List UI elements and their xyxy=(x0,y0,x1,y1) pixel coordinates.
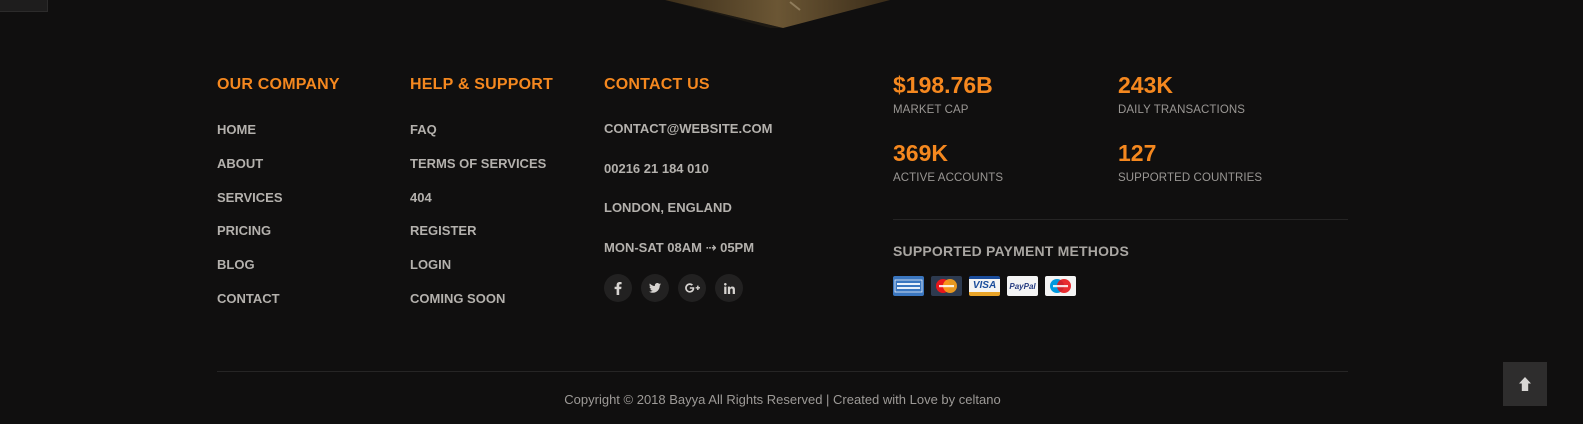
footer-link-login[interactable]: LOGIN xyxy=(410,257,546,291)
footer-link-blog[interactable]: BLOG xyxy=(217,257,283,291)
visa-icon: VISA xyxy=(969,276,1000,296)
american-express-icon xyxy=(893,276,924,296)
stats-divider xyxy=(893,219,1348,220)
footer-link-register[interactable]: REGISTER xyxy=(410,223,546,257)
visa-text: VISA xyxy=(972,279,997,291)
company-column-title: OUR COMPANY xyxy=(217,76,340,93)
footer-link-home[interactable]: HOME xyxy=(217,122,283,156)
footer-link-contact[interactable]: CONTACT xyxy=(217,291,283,325)
company-links: HOME ABOUT SERVICES PRICING BLOG CONTACT xyxy=(217,122,283,325)
twitter-icon[interactable] xyxy=(641,274,669,302)
stat-daily-transactions-value: 243K xyxy=(1118,72,1173,98)
stat-daily-transactions-label: DAILY TRANSACTIONS xyxy=(1118,104,1246,116)
stat-market-cap-value: $198.76B xyxy=(893,72,993,98)
support-links: FAQ TERMS OF SERVICES 404 REGISTER LOGIN… xyxy=(410,122,546,325)
footer-link-pricing[interactable]: PRICING xyxy=(217,223,283,257)
contact-email[interactable]: CONTACT@WEBSITE.COM xyxy=(604,121,772,161)
footer-section: OUR COMPANY HOME ABOUT SERVICES PRICING … xyxy=(0,0,1583,424)
contact-column-title: CONTACT US xyxy=(604,76,710,93)
footer-link-terms[interactable]: TERMS OF SERVICES xyxy=(410,156,546,190)
copyright-text: Copyright © 2018 Bayya All Rights Reserv… xyxy=(564,392,1001,407)
stat-supported-countries-value: 127 xyxy=(1118,140,1157,166)
footer-link-coming-soon[interactable]: COMING SOON xyxy=(410,291,546,325)
paypal-text: PayPal xyxy=(1009,281,1036,291)
arrow-up-icon xyxy=(1519,377,1531,391)
stat-active-accounts-value: 369K xyxy=(893,140,948,166)
facebook-icon[interactable] xyxy=(604,274,632,302)
contact-phone: 00216 21 184 010 xyxy=(604,160,709,176)
footer-link-faq[interactable]: FAQ xyxy=(410,122,546,156)
hero-image-tip xyxy=(665,0,890,28)
google-plus-icon[interactable] xyxy=(678,274,706,302)
stat-market-cap-label: MARKET CAP xyxy=(893,104,969,116)
payment-methods-title: SUPPORTED PAYMENT METHODS xyxy=(893,243,1130,259)
footer-link-services[interactable]: SERVICES xyxy=(217,190,283,224)
mastercard-icon xyxy=(931,276,962,296)
paypal-icon: PayPal xyxy=(1007,276,1038,296)
stat-supported-countries-label: SUPPORTED COUNTRIES xyxy=(1118,172,1263,184)
contact-details: CONTACT@WEBSITE.COM 00216 21 184 010 LON… xyxy=(604,121,772,279)
social-links xyxy=(604,274,743,302)
top-corner-element xyxy=(0,0,48,12)
copyright-bar: Copyright © 2018 Bayya All Rights Reserv… xyxy=(0,392,1583,407)
footer-link-404[interactable]: 404 xyxy=(410,190,546,224)
footer-divider xyxy=(217,371,1348,372)
linkedin-icon[interactable] xyxy=(715,274,743,302)
footer-link-about[interactable]: ABOUT xyxy=(217,156,283,190)
support-column-title: HELP & SUPPORT xyxy=(410,76,553,93)
maestro-icon xyxy=(1045,276,1076,296)
payment-methods-list: VISA PayPal xyxy=(893,276,1076,296)
back-to-top-button[interactable] xyxy=(1503,362,1547,406)
stat-active-accounts-label: ACTIVE ACCOUNTS xyxy=(893,172,1004,184)
contact-location: LONDON, ENGLAND xyxy=(604,200,732,216)
